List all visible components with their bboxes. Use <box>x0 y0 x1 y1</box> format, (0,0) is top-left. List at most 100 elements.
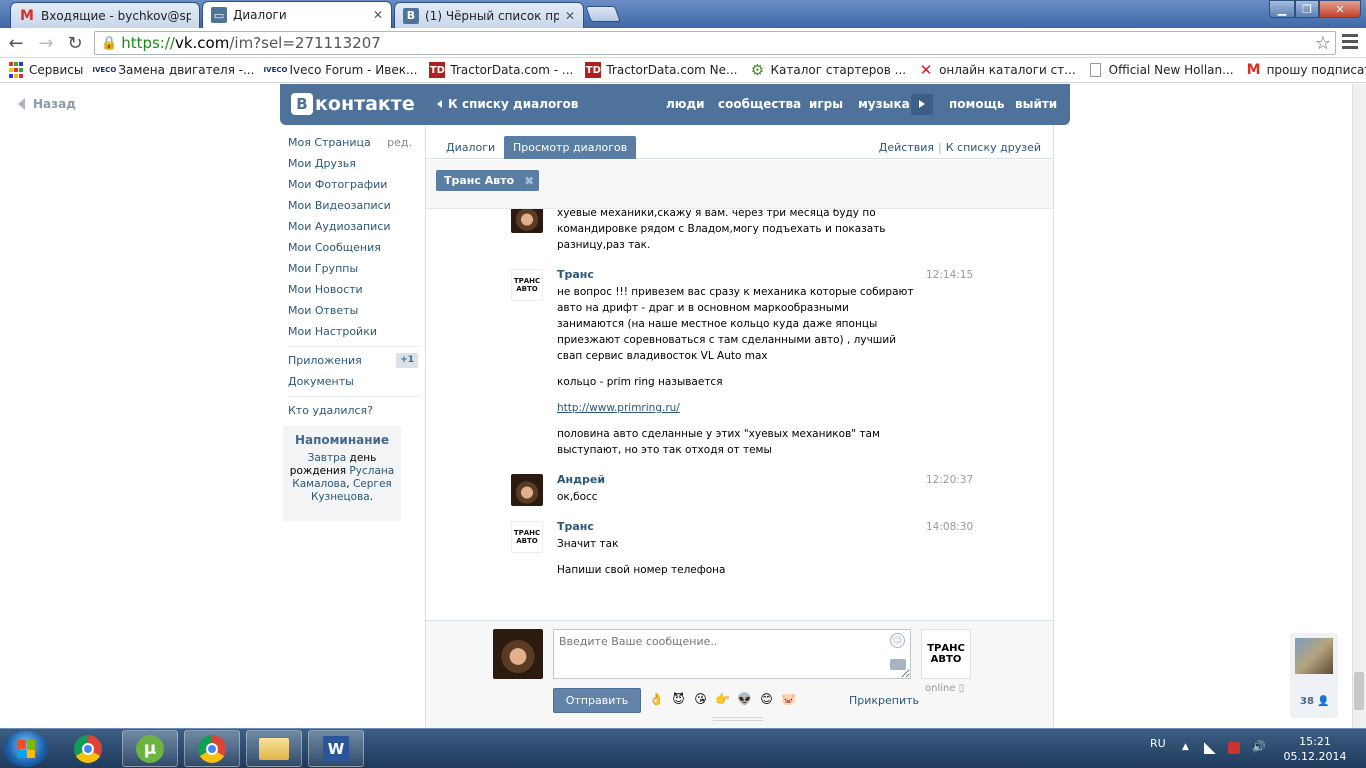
tab-dialogs[interactable]: Диалоги <box>437 136 504 159</box>
language-indicator[interactable]: RU <box>1150 737 1166 750</box>
actions-link[interactable]: Действия <box>879 141 934 154</box>
peer-tag[interactable]: Транс Авто ✖ <box>436 170 540 191</box>
kiss-emoji-icon[interactable]: 😘 <box>692 690 709 707</box>
menu-groups[interactable]: Мои Группы <box>288 258 420 279</box>
menu-news[interactable]: Мои Новости <box>288 279 420 300</box>
nav-people[interactable]: люди <box>666 97 705 111</box>
bookmark-item[interactable]: ⚙ Каталог стартеров ... <box>750 61 906 79</box>
tab-blacklist[interactable]: B (1) Чёрный список продав ✕ <box>394 2 584 28</box>
menu-messages[interactable]: Мои Сообщения <box>288 237 420 258</box>
address-bar[interactable]: 🔒 https:// vk.com /im?sel=271113207 ☆ <box>94 31 1336 55</box>
message-link[interactable]: http://www.primring.ru/ <box>557 402 680 414</box>
music-play-button[interactable] <box>911 94 933 115</box>
speaker-icon[interactable]: 🔊 <box>1252 740 1266 753</box>
menu-my-page[interactable]: Моя Страница ред. <box>288 132 420 153</box>
pig-emoji-icon[interactable]: 🐷 <box>780 690 797 707</box>
send-button[interactable]: Отправить <box>553 688 641 713</box>
bookmark-item[interactable]: Official New Hollan... <box>1088 62 1234 78</box>
avatar[interactable] <box>511 474 543 506</box>
friends-online-widget[interactable]: 38 👤 <box>1290 633 1338 718</box>
smile-icon[interactable]: ☺ <box>890 633 905 648</box>
avatar[interactable]: ТРАНС АВТО <box>511 269 543 301</box>
to-friends-link[interactable]: К списку друзей <box>946 141 1041 154</box>
bookmark-label: TractorData.com - ... <box>450 63 574 77</box>
menu-videos[interactable]: Мои Видеозаписи <box>288 195 420 216</box>
tab-dialog-view[interactable]: Просмотр диалогов <box>504 136 637 159</box>
menu-who-deleted[interactable]: Кто удалился? <box>288 400 420 421</box>
bookmark-item[interactable]: M прошу подписать и... <box>1246 62 1366 78</box>
resize-grip[interactable] <box>713 717 763 721</box>
peer-avatar[interactable]: ТРАНС АВТО <box>921 629 971 679</box>
menu-audio[interactable]: Мои Аудиозаписи <box>288 216 420 237</box>
close-icon[interactable]: ✖ <box>524 174 534 188</box>
forward-arrow-icon[interactable]: → <box>35 32 57 54</box>
message-author[interactable]: Андрей <box>557 473 605 486</box>
taskbar-chrome-window[interactable] <box>184 730 240 767</box>
back-arrow-icon[interactable]: ← <box>5 32 27 54</box>
bookmark-star-icon[interactable]: ☆ <box>1315 33 1331 54</box>
message-author[interactable]: Транс <box>557 520 594 533</box>
close-tab-icon[interactable]: ✕ <box>373 8 383 22</box>
bookmark-item[interactable]: TD TractorData.com - ... <box>429 62 573 78</box>
avatar[interactable] <box>511 209 543 233</box>
camera-icon[interactable] <box>890 659 906 670</box>
alien-emoji-icon[interactable]: 👽 <box>736 690 753 707</box>
chrome-menu-icon[interactable] <box>1342 34 1358 50</box>
page-scrollbar[interactable] <box>1352 84 1366 728</box>
nav-games[interactable]: игры <box>809 97 843 111</box>
new-tab-button[interactable] <box>585 6 621 22</box>
taskbar-explorer[interactable] <box>246 730 302 767</box>
bookmark-services[interactable]: Сервисы <box>8 62 83 78</box>
bookmark-item[interactable]: IVECO Замена двигателя -... <box>92 62 254 78</box>
system-clock[interactable]: 15:21 05.12.2014 <box>1280 734 1350 764</box>
tray-app-icon[interactable] <box>1228 742 1240 754</box>
smile-emoji-icon[interactable]: 😊 <box>758 690 775 707</box>
menu-apps[interactable]: Приложения +1 <box>288 350 420 371</box>
nav-communities[interactable]: сообщества <box>718 97 801 111</box>
tab-gmail[interactable]: M Входящие - bychkov@spe <box>10 2 200 28</box>
menu-documents[interactable]: Документы <box>288 371 420 392</box>
tab-dialogs[interactable]: ▭ Диалоги ✕ <box>202 1 392 28</box>
tray-expand-icon[interactable]: ▲ <box>1182 742 1194 754</box>
start-button[interactable] <box>4 731 48 767</box>
folder-icon <box>259 737 289 760</box>
close-tab-icon[interactable]: ✕ <box>565 9 575 23</box>
taskbar-utorrent[interactable]: µ <box>122 730 178 767</box>
bookmark-item[interactable]: IVECO Iveco Forum - Ивек... <box>264 62 418 78</box>
browser-tab-strip: M Входящие - bychkov@spe ▭ Диалоги ✕ B (… <box>0 0 1366 28</box>
vk-logo[interactable]: В контакте <box>291 93 415 115</box>
online-label: online <box>925 683 956 694</box>
back-link[interactable]: Назад <box>18 97 76 111</box>
bookmark-item[interactable]: ✕ онлайн каталоги ст... <box>918 61 1076 79</box>
maximize-button[interactable]: ❐ <box>1295 0 1319 18</box>
bookmark-item[interactable]: TD TractorData.com Ne... <box>585 62 738 78</box>
message-input[interactable] <box>553 629 911 679</box>
to-dialogs-list-link[interactable]: К списку диалогов <box>437 97 578 111</box>
edit-link[interactable]: ред. <box>387 132 412 153</box>
message-author[interactable]: Транс <box>557 268 594 281</box>
scrollbar-thumb[interactable] <box>1354 672 1364 710</box>
minimize-button[interactable]: ▁ <box>1269 0 1295 18</box>
pointing-hand-emoji-icon[interactable]: 👉 <box>714 690 731 707</box>
menu-friends[interactable]: Мои Друзья <box>288 153 420 174</box>
my-avatar[interactable] <box>493 629 543 679</box>
nav-help[interactable]: помощь <box>949 97 1004 111</box>
close-window-button[interactable]: ✕ <box>1319 0 1361 18</box>
reminder-tomorrow-link[interactable]: Завтра <box>308 452 347 464</box>
menu-settings[interactable]: Мои Настройки <box>288 321 420 342</box>
friend-avatar[interactable] <box>1295 638 1333 674</box>
tractordata-icon: TD <box>585 62 602 78</box>
nav-logout[interactable]: выйти <box>1015 97 1057 111</box>
ok-hand-emoji-icon[interactable]: 👌 <box>648 690 665 707</box>
reload-icon[interactable]: ↻ <box>64 32 86 54</box>
attach-link[interactable]: Прикрепить <box>849 694 919 707</box>
menu-photos[interactable]: Мои Фотографии <box>288 174 420 195</box>
taskbar-chrome[interactable] <box>60 730 116 767</box>
taskbar-word[interactable]: W <box>308 730 364 767</box>
avatar[interactable]: ТРАНС АВТО <box>511 521 543 553</box>
nav-music[interactable]: музыка <box>858 97 910 111</box>
devil-emoji-icon[interactable]: 😈 <box>670 690 687 707</box>
page-viewport: Назад В контакте К списку диалогов люди … <box>0 84 1352 728</box>
signal-icon[interactable] <box>1204 742 1216 754</box>
menu-answers[interactable]: Мои Ответы <box>288 300 420 321</box>
